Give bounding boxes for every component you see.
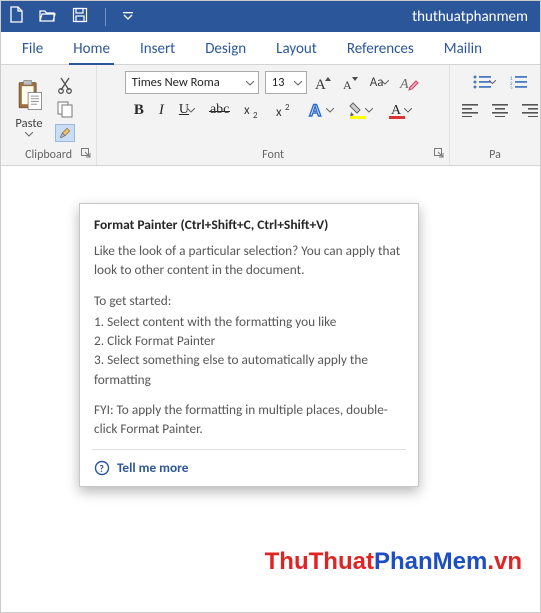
format-painter-tooltip: Format Painter (Ctrl+Shift+C, Ctrl+Shift… <box>79 203 419 487</box>
clear-formatting-button[interactable]: A <box>397 72 421 94</box>
tab-home[interactable]: Home <box>65 34 118 64</box>
italic-button[interactable]: I <box>157 99 166 121</box>
cut-button[interactable] <box>55 76 75 94</box>
superscript-icon: x2 <box>276 102 293 118</box>
numbering-button[interactable]: 123 <box>508 71 530 93</box>
group-font: Times New Roma 13 A A Aa A B I U abc x2 … <box>97 65 450 165</box>
text-effects-button[interactable]: A <box>306 99 336 121</box>
tooltip-description: Like the look of a particular selection?… <box>94 241 404 280</box>
save-icon[interactable] <box>72 7 88 27</box>
tab-references[interactable]: References <box>339 34 422 64</box>
group-paragraph: 123 Pa <box>450 65 540 165</box>
subscript-icon: x2 <box>244 102 261 118</box>
tooltip-step-1: 1. Select content with the formatting yo… <box>94 312 404 331</box>
font-color-button[interactable]: A <box>386 99 414 121</box>
tooltip-title: Format Painter (Ctrl+Shift+C, Ctrl+Shift… <box>94 216 404 233</box>
tooltip-getstarted-heading: To get started: <box>94 291 404 310</box>
highlight-color-button[interactable] <box>347 99 375 121</box>
qat-separator <box>105 8 106 26</box>
shrink-font-icon: A <box>343 74 360 92</box>
align-right-button[interactable] <box>520 99 540 121</box>
copy-button[interactable] <box>55 100 75 118</box>
font-group-label: Font <box>97 147 449 165</box>
open-file-icon[interactable] <box>39 8 57 26</box>
clipboard-group-label: Clipboard <box>1 147 96 165</box>
chevron-down-icon <box>25 132 33 137</box>
font-dialog-launcher[interactable] <box>434 147 444 163</box>
clear-formatting-icon: A <box>399 74 419 92</box>
text-effects-icon: A <box>308 101 328 119</box>
clipboard-paste-icon <box>14 79 44 115</box>
svg-text:x: x <box>276 105 282 118</box>
watermark: ThuThuatPhanMem.vn <box>265 548 522 576</box>
chevron-down-icon <box>381 80 389 85</box>
strikethrough-button[interactable]: abc <box>208 99 231 121</box>
quick-access-toolbar <box>9 6 133 27</box>
svg-text:A: A <box>343 78 352 92</box>
align-left-icon <box>462 104 478 117</box>
align-right-icon <box>522 104 538 117</box>
svg-text:A: A <box>315 77 326 92</box>
chevron-down-icon <box>244 75 256 90</box>
clipboard-dialog-launcher[interactable] <box>81 147 91 163</box>
underline-button[interactable]: U <box>177 99 197 121</box>
scissors-icon <box>57 76 73 94</box>
shrink-font-button[interactable]: A <box>341 72 362 94</box>
font-size-combo[interactable]: 13 <box>265 71 307 94</box>
superscript-button[interactable]: x2 <box>274 99 295 121</box>
numbering-icon: 123 <box>510 75 528 89</box>
svg-text:2: 2 <box>285 102 290 113</box>
svg-text:?: ? <box>99 462 104 475</box>
chevron-down-icon <box>489 80 496 85</box>
chevron-down-icon <box>326 108 334 113</box>
bullets-button[interactable] <box>471 71 498 93</box>
font-name-combo[interactable]: Times New Roma <box>125 71 259 94</box>
grow-font-icon: A <box>315 74 333 92</box>
new-file-icon[interactable] <box>9 6 24 27</box>
tooltip-step-2: 2. Click Format Painter <box>94 331 404 350</box>
svg-text:2: 2 <box>253 110 258 118</box>
align-center-icon <box>492 104 508 117</box>
chevron-down-icon <box>365 108 373 113</box>
svg-text:x: x <box>244 103 250 118</box>
tell-me-more-link[interactable]: ? Tell me more <box>94 459 404 476</box>
chevron-down-icon <box>404 108 412 113</box>
svg-text:A: A <box>399 77 409 92</box>
paste-button[interactable]: Paste <box>9 79 49 137</box>
ribbon-tabs: File Home Insert Design Layout Reference… <box>1 32 540 65</box>
paste-label: Paste <box>15 116 42 131</box>
format-painter-button[interactable] <box>55 124 75 142</box>
align-left-button[interactable] <box>460 99 480 121</box>
copy-icon <box>56 100 74 118</box>
word-window: thuthuatphanmem File Home Insert Design … <box>0 0 541 613</box>
customize-qat-icon[interactable] <box>123 9 133 24</box>
tab-layout[interactable]: Layout <box>268 34 325 64</box>
change-case-button[interactable]: Aa <box>368 72 392 94</box>
tooltip-fyi: FYI: To apply the formatting in multiple… <box>94 400 404 439</box>
chevron-down-icon <box>292 75 304 90</box>
tab-design[interactable]: Design <box>197 34 254 64</box>
align-center-button[interactable] <box>490 99 510 121</box>
bold-button[interactable]: B <box>132 99 146 121</box>
tooltip-step-3: 3. Select something else to automaticall… <box>94 350 404 389</box>
group-clipboard: Paste Clipboard <box>1 65 97 165</box>
grow-font-button[interactable]: A <box>313 72 335 94</box>
tab-mailings[interactable]: Mailin <box>436 34 490 64</box>
ribbon: Paste Clipboard Times New Roma 13 A <box>1 65 540 166</box>
tab-insert[interactable]: Insert <box>132 34 183 64</box>
svg-text:3: 3 <box>510 86 513 89</box>
document-title: thuthuatphanmem <box>412 8 532 26</box>
help-icon: ? <box>94 460 110 476</box>
subscript-button[interactable]: x2 <box>242 99 263 121</box>
title-bar: thuthuatphanmem <box>1 1 540 32</box>
paragraph-group-label: Pa <box>450 147 540 165</box>
tab-file[interactable]: File <box>14 34 51 64</box>
svg-text:A: A <box>309 101 321 119</box>
paintbrush-icon <box>59 124 71 142</box>
svg-text:A: A <box>391 103 402 118</box>
chevron-down-icon <box>187 108 195 113</box>
